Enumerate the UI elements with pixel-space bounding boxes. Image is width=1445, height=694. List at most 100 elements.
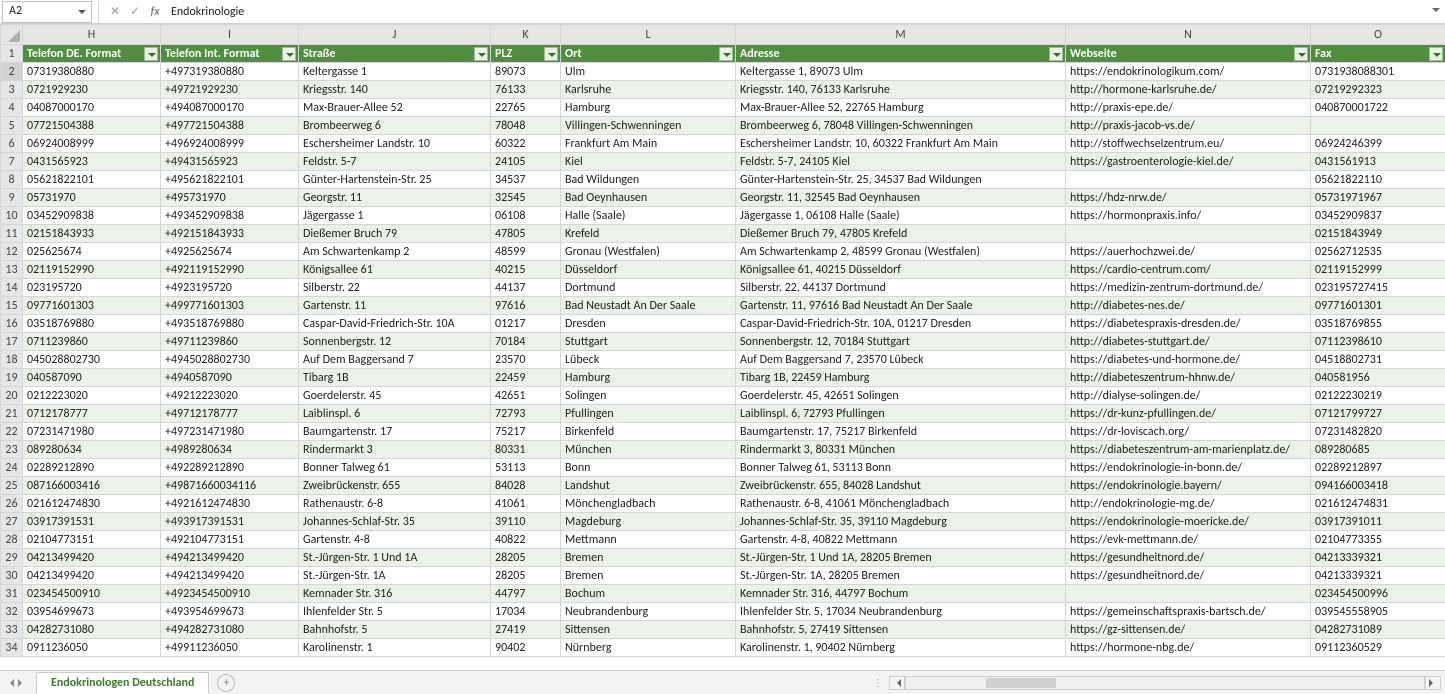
cell[interactable]: http://endokrinologie-mg.de/ — [1066, 495, 1311, 513]
cell[interactable]: https://gastroenterologie-kiel.de/ — [1066, 153, 1311, 171]
cell[interactable]: 02104773151 — [23, 531, 161, 549]
cell[interactable]: 0911236050 — [23, 639, 161, 657]
cell[interactable]: Am Schwartenkamp 2, 48599 Gronau (Westfa… — [736, 243, 1066, 261]
table-header-cell[interactable]: Fax — [1311, 45, 1445, 63]
cell[interactable]: Düsseldorf — [561, 261, 736, 279]
cell[interactable]: 05731970 — [23, 189, 161, 207]
cell[interactable]: Johannes-Schlaf-Str. 35 — [299, 513, 491, 531]
cell[interactable]: 0212223020 — [23, 387, 161, 405]
cell[interactable]: https://cardio-centrum.com/ — [1066, 261, 1311, 279]
sheet-tab-active[interactable]: Endokrinologen Deutschland — [36, 672, 209, 693]
cell[interactable]: 40822 — [491, 531, 561, 549]
cell[interactable]: Kiel — [561, 153, 736, 171]
cell[interactable]: Bremen — [561, 567, 736, 585]
cell[interactable]: 04282731080 — [23, 621, 161, 639]
name-box[interactable]: A2 — [2, 1, 92, 23]
column-header-K[interactable]: K — [491, 25, 561, 45]
filter-dropdown-icon[interactable] — [719, 47, 733, 61]
cell[interactable]: 07721504388 — [23, 117, 161, 135]
cell[interactable]: +499771601303 — [161, 297, 299, 315]
cell[interactable]: 04518802731 — [1311, 351, 1445, 369]
column-header-L[interactable]: L — [561, 25, 736, 45]
select-all-corner[interactable] — [1, 25, 23, 45]
cell[interactable]: 44797 — [491, 585, 561, 603]
cell[interactable]: +497319380880 — [161, 63, 299, 81]
cell[interactable]: Bonner Talweg 61 — [299, 459, 491, 477]
filter-dropdown-icon[interactable] — [474, 47, 488, 61]
cell[interactable]: +494282731080 — [161, 621, 299, 639]
cell[interactable]: Rindermarkt 3 — [299, 441, 491, 459]
cell[interactable]: 07231482820 — [1311, 423, 1445, 441]
cell[interactable]: Gartenstr. 4-8, 40822 Mettmann — [736, 531, 1066, 549]
cell[interactable]: St.-Jürgen-Str. 1A, 28205 Bremen — [736, 567, 1066, 585]
cell[interactable]: 05621822101 — [23, 171, 161, 189]
row-header[interactable]: 3 — [1, 81, 23, 99]
cell[interactable]: Mönchengladbach — [561, 495, 736, 513]
cell[interactable]: https://gesundheitnord.de/ — [1066, 567, 1311, 585]
cell[interactable]: 27419 — [491, 621, 561, 639]
row-header[interactable]: 23 — [1, 441, 23, 459]
cell[interactable]: 47805 — [491, 225, 561, 243]
cell[interactable]: 0721929230 — [23, 81, 161, 99]
cell[interactable]: +496924008999 — [161, 135, 299, 153]
table-header-cell[interactable]: Straße — [299, 45, 491, 63]
cell[interactable]: Eschersheimer Landstr. 10, 60322 Frankfu… — [736, 135, 1066, 153]
cell[interactable]: Neubrandenburg — [561, 603, 736, 621]
cell[interactable]: Feldstr. 5-7, 24105 Kiel — [736, 153, 1066, 171]
cell[interactable]: +4989280634 — [161, 441, 299, 459]
cell[interactable]: 03518769855 — [1311, 315, 1445, 333]
cell[interactable]: Bad Neustadt An Der Saale — [561, 297, 736, 315]
cell[interactable]: Halle (Saale) — [561, 207, 736, 225]
cell[interactable]: 021612474831 — [1311, 495, 1445, 513]
cell[interactable]: Bahnhofstr. 5, 27419 Sittensen — [736, 621, 1066, 639]
cell[interactable]: Laiblinspl. 6, 72793 Pfullingen — [736, 405, 1066, 423]
cell[interactable]: Brombeerweg 6 — [299, 117, 491, 135]
cell[interactable]: +494213499420 — [161, 549, 299, 567]
cell[interactable]: https://diabetes-und-hormone.de/ — [1066, 351, 1311, 369]
row-header[interactable]: 25 — [1, 477, 23, 495]
row-header[interactable]: 7 — [1, 153, 23, 171]
cell[interactable]: Karlsruhe — [561, 81, 736, 99]
cell[interactable]: Pfullingen — [561, 405, 736, 423]
cell[interactable]: +497231471980 — [161, 423, 299, 441]
cell[interactable]: +492151843933 — [161, 225, 299, 243]
row-header[interactable]: 9 — [1, 189, 23, 207]
cell[interactable]: 02119152990 — [23, 261, 161, 279]
hscroll-thumb[interactable] — [986, 678, 1056, 688]
cell[interactable]: 06108 — [491, 207, 561, 225]
cell[interactable]: 44137 — [491, 279, 561, 297]
cell[interactable]: 03452909838 — [23, 207, 161, 225]
cell[interactable]: St.-Jürgen-Str. 1A — [299, 567, 491, 585]
row-header[interactable]: 26 — [1, 495, 23, 513]
cell[interactable]: Dresden — [561, 315, 736, 333]
cell[interactable]: 040587090 — [23, 369, 161, 387]
cell[interactable]: +495621822101 — [161, 171, 299, 189]
cell[interactable]: 04213499420 — [23, 567, 161, 585]
cell[interactable]: http://diabeteszentrum-hhnw.de/ — [1066, 369, 1311, 387]
accept-icon[interactable]: ✓ — [125, 2, 145, 22]
cell[interactable]: https://auerhochzwei.de/ — [1066, 243, 1311, 261]
cell[interactable]: https://hormonpraxis.info/ — [1066, 207, 1311, 225]
cell[interactable]: Nürnberg — [561, 639, 736, 657]
cell[interactable]: Tibarg 1B — [299, 369, 491, 387]
cell[interactable]: 03917391531 — [23, 513, 161, 531]
cell[interactable]: Gronau (Westfalen) — [561, 243, 736, 261]
cell[interactable]: +49911236050 — [161, 639, 299, 657]
cell[interactable]: Bad Oeynhausen — [561, 189, 736, 207]
cell[interactable]: Auf Dem Baggersand 7 — [299, 351, 491, 369]
cell[interactable]: Bahnhofstr. 5 — [299, 621, 491, 639]
cell[interactable]: 089280634 — [23, 441, 161, 459]
row-header[interactable]: 13 — [1, 261, 23, 279]
cell[interactable]: 24105 — [491, 153, 561, 171]
cell[interactable]: Bad Wildungen — [561, 171, 736, 189]
cell[interactable]: 89073 — [491, 63, 561, 81]
cell[interactable]: +49721929230 — [161, 81, 299, 99]
cell[interactable]: Sonnenbergstr. 12 — [299, 333, 491, 351]
cell[interactable]: http://dialyse-solingen.de/ — [1066, 387, 1311, 405]
cell[interactable]: 04282731089 — [1311, 621, 1445, 639]
cell[interactable]: 02289212890 — [23, 459, 161, 477]
cell[interactable]: Villingen-Schwenningen — [561, 117, 736, 135]
cell[interactable]: 03518769880 — [23, 315, 161, 333]
column-header-H[interactable]: H — [23, 25, 161, 45]
row-header[interactable]: 17 — [1, 333, 23, 351]
